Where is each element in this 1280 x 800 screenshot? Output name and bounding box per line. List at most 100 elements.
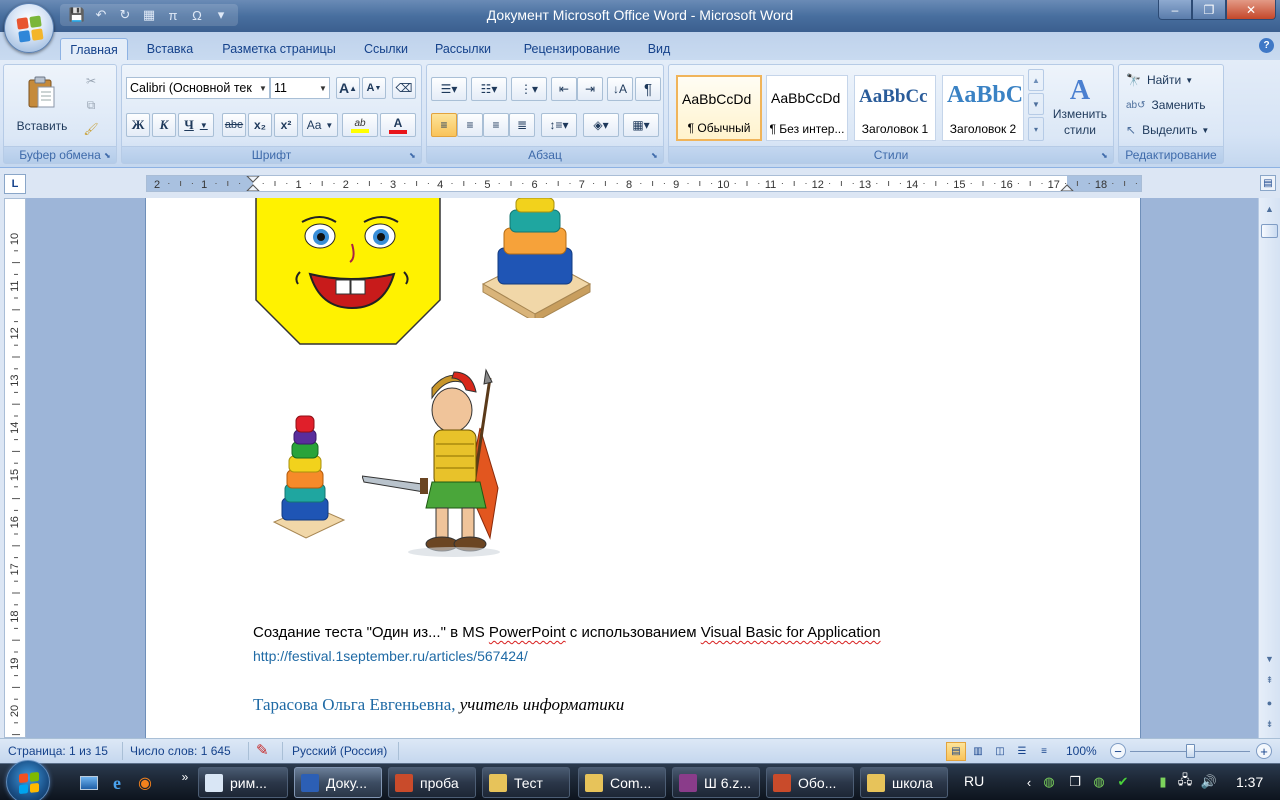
borders-icon[interactable]: ▦▾	[623, 113, 659, 137]
underline-button[interactable]: Ч ▼	[178, 113, 214, 137]
select-button[interactable]: ↖ Выделить ▼	[1125, 119, 1221, 141]
show-desktop-icon[interactable]	[78, 772, 100, 794]
tab-mailings[interactable]: Рассылки	[426, 38, 500, 60]
style-heading-2[interactable]: AaBbC Заголовок 2	[942, 75, 1024, 141]
zoom-in-button[interactable]: +	[1256, 743, 1272, 759]
italic-button[interactable]: К	[152, 113, 176, 137]
subscript-button[interactable]: x₂	[248, 113, 272, 137]
help-icon[interactable]: ?	[1259, 38, 1274, 53]
author-line[interactable]: Тарасова Ольга Евгеньевна, учитель инфор…	[253, 695, 624, 715]
vertical-ruler[interactable]: 10 11 12 13 14 15 16 17 18 19 20	[4, 198, 26, 738]
horizontal-ruler[interactable]: 2 1 1 2 3 4 5 6 7 8 9 10 11 12 13 14 15 16 17 18	[146, 175, 1142, 192]
paste-button[interactable]: Вставить	[14, 69, 70, 139]
highlight-button[interactable]: ab	[342, 113, 378, 137]
zoom-slider-thumb[interactable]	[1186, 744, 1195, 758]
network-icon[interactable]: 🖧	[1176, 772, 1194, 791]
battery-icon[interactable]: ▮	[1154, 773, 1172, 791]
browse-object-icon[interactable]: ●	[1261, 694, 1278, 711]
increase-indent-icon[interactable]: ⇥	[577, 77, 603, 101]
zoom-level[interactable]: 100%	[1066, 744, 1097, 758]
close-button[interactable]: ✕	[1226, 0, 1276, 20]
volume-icon[interactable]: 🔊	[1200, 773, 1218, 791]
dialog-launcher-icon[interactable]: ⬊	[409, 151, 418, 160]
next-page-icon[interactable]: ⇟	[1261, 716, 1278, 733]
office-button[interactable]	[4, 3, 54, 53]
taskbar-button[interactable]: школа	[860, 767, 948, 798]
indent-marker[interactable]	[246, 176, 260, 191]
dialog-launcher-icon[interactable]: ⬊	[104, 151, 113, 160]
change-styles-button[interactable]: A Изменить стили	[1049, 69, 1111, 145]
caption-text[interactable]: Создание теста "Один из..." в MS PowerPo…	[253, 624, 881, 641]
sort-icon[interactable]: ↓A	[607, 77, 633, 101]
cut-icon[interactable]: ✂	[80, 71, 102, 91]
minimize-button[interactable]: –	[1158, 0, 1192, 20]
right-indent-marker[interactable]	[1060, 184, 1074, 191]
spelling-check-icon[interactable]: ✎	[256, 741, 269, 759]
shading-icon[interactable]: ◈▾	[583, 113, 619, 137]
dialog-launcher-icon[interactable]: ⬊	[1101, 151, 1110, 160]
tab-selector-button[interactable]: L	[4, 174, 26, 194]
line-spacing-icon[interactable]: ↕≡▾	[541, 113, 577, 137]
font-color-button[interactable]: A	[380, 113, 416, 137]
start-button[interactable]	[6, 760, 50, 800]
font-family-combo[interactable]: Calibri (Основной тек ▼	[126, 77, 270, 99]
antivirus-check-icon[interactable]: ✔	[1114, 773, 1132, 791]
replace-button[interactable]: ab↺ Заменить	[1125, 94, 1221, 116]
find-button[interactable]: 🔭 Найти ▼	[1125, 69, 1221, 91]
style-heading-1[interactable]: AaBbCc Заголовок 1	[854, 75, 936, 141]
clock[interactable]: 1:37	[1236, 774, 1263, 790]
align-left-icon[interactable]: ≡	[431, 113, 457, 137]
bullets-icon[interactable]: ☰▾	[431, 77, 467, 101]
align-right-icon[interactable]: ≡	[483, 113, 509, 137]
change-case-button[interactable]: Aa ▼	[302, 113, 338, 137]
language-indicator[interactable]: Русский (Россия)	[292, 744, 387, 758]
shrink-font-button[interactable]: A ▼	[362, 77, 386, 99]
tab-review[interactable]: Рецензирование	[510, 38, 634, 60]
tab-page-layout[interactable]: Разметка страницы	[212, 38, 346, 60]
styles-more-icon[interactable]: ▾	[1028, 117, 1044, 141]
print-layout-icon[interactable]: ▤	[946, 742, 966, 761]
dialog-launcher-icon[interactable]: ⬊	[651, 151, 660, 160]
strikethrough-button[interactable]: abe	[222, 113, 246, 137]
scroll-down-icon[interactable]: ▼	[1261, 650, 1278, 667]
full-screen-reading-icon[interactable]: ▥	[968, 742, 988, 761]
tab-home[interactable]: Главная	[60, 38, 128, 60]
input-language[interactable]: RU	[964, 773, 984, 789]
tab-view[interactable]: Вид	[640, 38, 678, 60]
web-layout-icon[interactable]: ◫	[990, 742, 1010, 761]
page-count[interactable]: Страница: 1 из 15	[8, 744, 108, 758]
tab-references[interactable]: Ссылки	[356, 38, 416, 60]
taskbar-button[interactable]: рим...	[198, 767, 288, 798]
format-painter-icon[interactable]: 🖌	[80, 119, 102, 139]
vertical-scrollbar[interactable]: ▲ ▼ ⇞ ● ⇟	[1258, 198, 1280, 738]
scroll-up-icon[interactable]: ▲	[1261, 200, 1278, 217]
decrease-indent-icon[interactable]: ⇤	[551, 77, 577, 101]
network-globe-icon[interactable]: ◍	[1040, 773, 1058, 791]
copy-icon[interactable]: ⧉	[80, 95, 102, 115]
windows-icon[interactable]: ❐	[1066, 773, 1084, 791]
taskbar-button[interactable]: Com...	[578, 767, 666, 798]
firefox-icon[interactable]: ◉	[134, 772, 156, 794]
draft-view-icon[interactable]: ≡	[1034, 742, 1054, 761]
article-link[interactable]: http://festival.1september.ru/articles/5…	[253, 648, 528, 664]
style-normal[interactable]: AaBbCcDd ¶ Обычный	[676, 75, 762, 141]
view-ruler-icon[interactable]: ▤	[1260, 175, 1276, 191]
styles-scroll-down-icon[interactable]: ▼	[1028, 93, 1044, 115]
word-count[interactable]: Число слов: 1 645	[130, 744, 231, 758]
outline-view-icon[interactable]: ☰	[1012, 742, 1032, 761]
numbering-icon[interactable]: ☷▾	[471, 77, 507, 101]
show-formatting-icon[interactable]: ¶	[635, 77, 661, 101]
superscript-button[interactable]: x²	[274, 113, 298, 137]
scrollbar-thumb[interactable]	[1261, 224, 1278, 238]
taskbar-button[interactable]: проба	[388, 767, 476, 798]
tab-insert[interactable]: Вставка	[138, 38, 202, 60]
multilevel-list-icon[interactable]: ⋮▾	[511, 77, 547, 101]
taskbar-button[interactable]: Доку...	[294, 767, 382, 798]
clear-formatting-icon[interactable]: ⌫	[392, 77, 416, 99]
update-icon[interactable]: ◍	[1090, 773, 1108, 791]
grow-font-button[interactable]: A ▲	[336, 77, 360, 99]
styles-scroll-up-icon[interactable]: ▲	[1028, 69, 1044, 91]
restore-button[interactable]: ❐	[1192, 0, 1226, 20]
style-no-spacing[interactable]: AaBbCcDd ¶ Без интер...	[766, 75, 848, 141]
font-size-combo[interactable]: 11 ▼	[270, 77, 330, 99]
